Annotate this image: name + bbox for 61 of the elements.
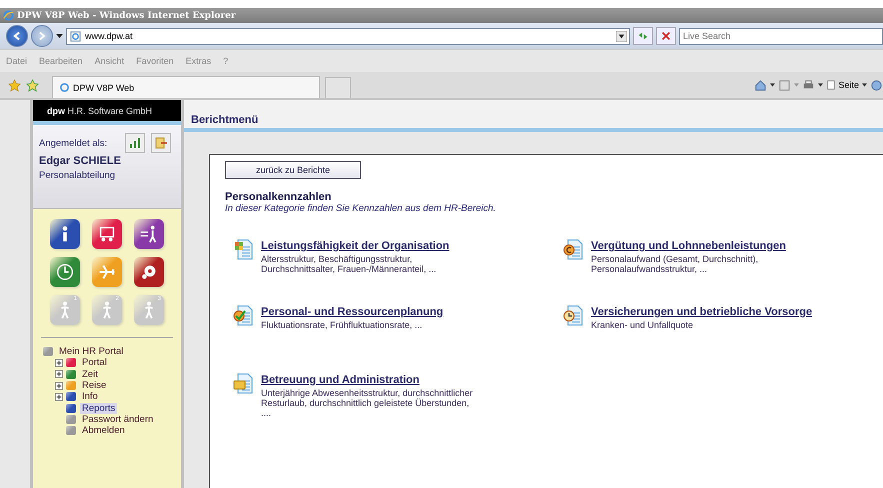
print-icon[interactable]: [802, 78, 816, 92]
close-icon[interactable]: [660, 30, 672, 42]
expand-icon[interactable]: [55, 358, 64, 367]
tree-item[interactable]: Passwort ändern: [80, 414, 156, 425]
report-description: Fluktuationsrate, Frühfluktuationsrate, ...: [261, 320, 424, 330]
forward-button[interactable]: [31, 25, 53, 47]
caret-icon[interactable]: [818, 83, 824, 87]
address-field[interactable]: www.dpw.at: [66, 28, 630, 44]
report-link[interactable]: Versicherungen und betriebliche Vorsorge: [591, 306, 812, 318]
caret-icon[interactable]: [862, 83, 867, 87]
refresh-button[interactable]: [633, 27, 653, 45]
report-document-icon[interactable]: [563, 305, 585, 327]
section-description: In dieser Kategorie finden Sie Kennzahlen aus dem HR-Bereich.: [225, 203, 497, 214]
tree-item[interactable]: Abmelden: [80, 425, 127, 436]
dropdown-icon[interactable]: [616, 30, 627, 42]
tree-item[interactable]: Zeit: [80, 368, 100, 380]
home-icon[interactable]: [754, 78, 768, 92]
tree-item[interactable]: Info: [80, 391, 100, 402]
page-title: Berichtmenü: [184, 100, 883, 132]
back-button[interactable]: [6, 25, 28, 47]
tree-item[interactable]: Reports: [80, 402, 118, 414]
favorites-star-icon[interactable]: [8, 78, 21, 92]
browser-logo-icon: [59, 82, 70, 93]
caret-icon[interactable]: [770, 83, 776, 87]
report-document-icon[interactable]: [233, 305, 255, 327]
report-link[interactable]: Betreuung und Administration: [261, 374, 420, 386]
user-name: Edgar SCHIELE: [39, 155, 122, 167]
page-menu-button[interactable]: Seite: [826, 80, 859, 90]
report-description: Unterjährige Abwesenheitsstruktur, durchschnittlicher: [261, 388, 473, 398]
expand-icon[interactable]: [55, 370, 64, 378]
tree-item[interactable]: Reise: [80, 380, 108, 392]
report-link[interactable]: Leistungsfähigkeit der Organisation: [261, 240, 450, 252]
stop-button[interactable]: [656, 27, 676, 45]
brand-name: dpw H.R. Software GmbH: [47, 106, 152, 116]
report-link[interactable]: Personal- und Ressourcenplanung: [261, 306, 444, 318]
department-label: Personalabteilung: [39, 170, 116, 181]
tree-item[interactable]: Portal: [80, 357, 109, 368]
section-heading: Personalkennzahlen: [225, 191, 332, 203]
report-description: Personalaufwand (Gesamt, Durchschnitt),: [591, 254, 760, 264]
report-description: Kranken- und Unfallquote: [591, 320, 694, 330]
report-document-icon[interactable]: [563, 239, 585, 261]
expand-icon[interactable]: [55, 382, 64, 390]
report-link[interactable]: Vergütung und Lohnnebenleistungen: [591, 240, 786, 252]
report-description: Personalaufwandsstruktur, ...: [591, 264, 708, 274]
search-field[interactable]: Live Search: [679, 28, 883, 44]
tree-item[interactable]: Mein HR Portal: [57, 346, 126, 358]
page-icon: [70, 30, 81, 42]
browser-logo-icon: [3, 10, 14, 21]
report-description: Altersstruktur, Beschäftigungsstruktur,: [261, 254, 414, 264]
browser-tab[interactable]: DPW V8P Web: [52, 76, 320, 98]
logged-in-label: Angemeldet als:: [39, 138, 108, 148]
gear-icon[interactable]: [870, 78, 883, 92]
dropdown-icon[interactable]: [56, 34, 63, 38]
expand-icon[interactable]: [55, 392, 64, 401]
report-description: Durchschnittsalter, Frauen-/Männeranteil, ...: [261, 264, 438, 274]
back-to-reports-button[interactable]: zurück zu Berichte: [225, 161, 361, 179]
report-description: Resturlaub, durchschnittlich geleistete Überstunden,: [261, 398, 470, 408]
refresh-icon[interactable]: [637, 30, 649, 42]
window-title: DPW V8P Web - Windows Internet Explorer: [17, 10, 236, 20]
report-description: ....: [261, 408, 272, 418]
add-favorite-icon[interactable]: [26, 78, 39, 92]
